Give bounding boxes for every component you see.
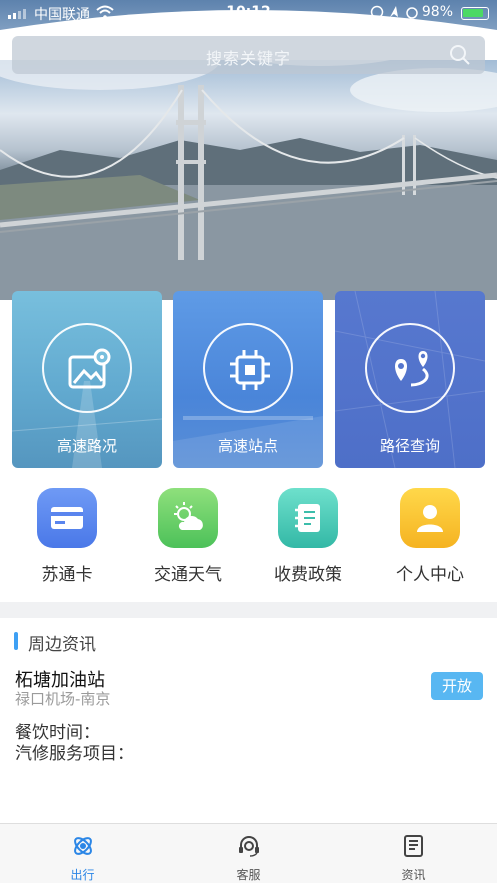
news-icon bbox=[404, 835, 423, 857]
travel-icon bbox=[74, 837, 92, 855]
shortcut-label: 收费政策 bbox=[274, 565, 342, 585]
tile-highway-traffic[interactable]: 高速路况 bbox=[12, 291, 162, 468]
person-icon-bg bbox=[400, 488, 460, 548]
section-title: 周边资讯 bbox=[28, 635, 96, 655]
status-badge: 开放 bbox=[431, 672, 483, 700]
tab-customer-service[interactable]: 客服 bbox=[166, 824, 331, 883]
map-image-icon bbox=[68, 348, 111, 389]
route-icon bbox=[395, 351, 429, 387]
tab-label: 客服 bbox=[236, 868, 261, 882]
bottom-tab-bar: 出行 客服 资讯 bbox=[0, 823, 497, 883]
shortcut-personal-center[interactable]: 个人中心 bbox=[375, 488, 485, 588]
customer-service-icon bbox=[239, 836, 259, 857]
search-icon[interactable] bbox=[449, 44, 471, 66]
repair-services-label: 汽修服务项目： bbox=[15, 744, 134, 764]
tab-news[interactable]: 资讯 bbox=[331, 824, 496, 883]
notebook-icon bbox=[295, 504, 320, 532]
weather-icon-bg bbox=[158, 488, 218, 548]
app-screen: 中国联通 10:12 98% 搜索关键字 高速路况 高速站点 路径查询 苏通卡 … bbox=[0, 0, 497, 883]
tile-icon-ring bbox=[42, 323, 132, 413]
status-bar: 中国联通 10:12 98% bbox=[0, 0, 497, 26]
weather-icon bbox=[174, 502, 203, 530]
shortcut-sutong-card[interactable]: 苏通卡 bbox=[12, 488, 122, 588]
search-placeholder: 搜索关键字 bbox=[205, 49, 291, 68]
tile-label: 高速路况 bbox=[56, 437, 117, 455]
person-icon bbox=[417, 505, 443, 532]
tile-route-query[interactable]: 路径查询 bbox=[335, 291, 485, 468]
notebook-icon-bg bbox=[278, 488, 338, 548]
shortcut-toll-policy[interactable]: 收费政策 bbox=[253, 488, 363, 588]
tab-label: 出行 bbox=[70, 868, 95, 882]
card-icon bbox=[51, 507, 83, 529]
chip-icon bbox=[230, 350, 270, 390]
battery-percent: 98% bbox=[421, 4, 453, 20]
tile-highway-stations[interactable]: 高速站点 bbox=[173, 291, 323, 468]
battery-icon bbox=[461, 7, 489, 20]
tile-label: 路径查询 bbox=[379, 437, 440, 455]
shortcut-traffic-weather[interactable]: 交通天气 bbox=[133, 488, 243, 588]
tile-label: 高速站点 bbox=[217, 437, 278, 455]
section-divider bbox=[0, 602, 497, 618]
shortcut-label: 个人中心 bbox=[396, 565, 464, 585]
shortcut-label: 交通天气 bbox=[154, 565, 222, 585]
tab-label: 资讯 bbox=[401, 868, 426, 882]
card-icon-bg bbox=[37, 488, 97, 548]
section-accent-bar bbox=[14, 632, 18, 650]
search-input[interactable]: 搜索关键字 bbox=[12, 36, 485, 74]
tile-icon-ring bbox=[203, 323, 293, 413]
shortcut-label: 苏通卡 bbox=[41, 565, 93, 585]
station-route: 禄口机场-南京 bbox=[15, 690, 111, 708]
status-indicators-icon bbox=[370, 5, 418, 19]
tile-icon-ring bbox=[365, 323, 455, 413]
tab-travel[interactable]: 出行 bbox=[0, 824, 165, 883]
